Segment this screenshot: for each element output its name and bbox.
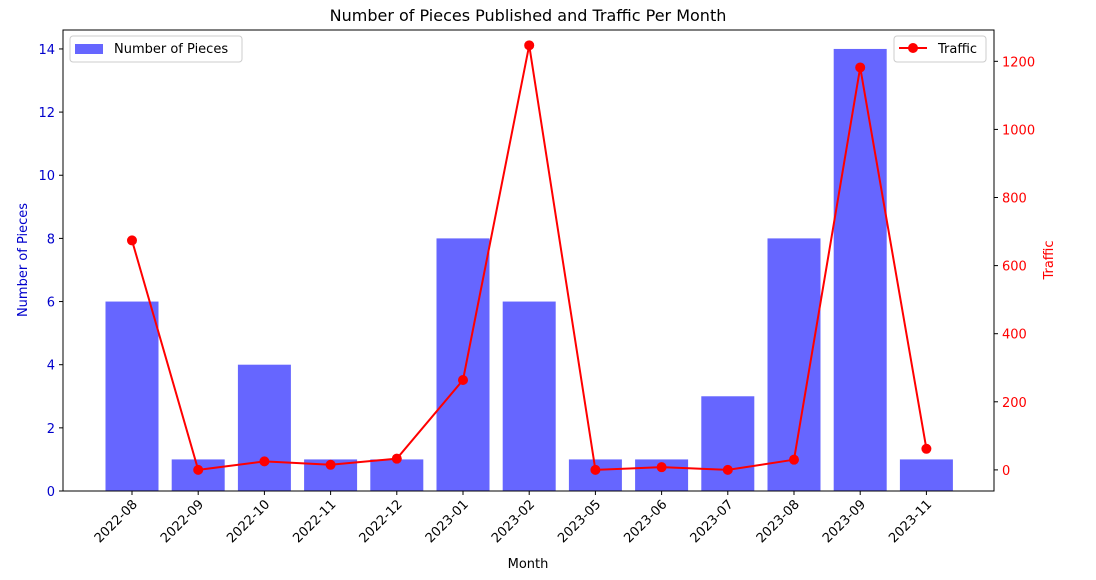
- traffic-point-2023-07: [722, 464, 733, 475]
- x-tick-label: 2022-11: [290, 497, 339, 546]
- bar-2022-08: [105, 301, 159, 491]
- left-tick-label: 2: [47, 422, 55, 437]
- chart: Number of Pieces Published and Traffic P…: [16, 6, 1057, 572]
- left-tick-label: 14: [38, 43, 55, 58]
- legend-left: Number of Pieces: [69, 35, 243, 63]
- right-tick-label: 400: [1002, 328, 1027, 343]
- bar-2023-11: [899, 459, 953, 491]
- right-axis: 0 200 400 600 800 1000 1200: [994, 55, 1035, 479]
- traffic-point-2022-08: [127, 235, 137, 246]
- x-tick-label: 2022-12: [357, 497, 406, 546]
- legend-label-pieces: Number of Pieces: [114, 42, 228, 57]
- x-tick-label: 2023-06: [621, 497, 670, 546]
- right-tick-label: 1200: [1002, 55, 1035, 70]
- legend-swatch-bar: [75, 44, 103, 54]
- bar-2023-08: [767, 238, 821, 491]
- bar-2023-07: [701, 396, 755, 491]
- right-tick-label: 0: [1002, 464, 1010, 479]
- left-tick-label: 10: [38, 169, 55, 184]
- bar-2022-09: [171, 459, 225, 491]
- right-tick-label: 800: [1002, 192, 1027, 207]
- x-tick-label: 2023-08: [754, 497, 803, 546]
- traffic-point-2022-11: [325, 459, 336, 470]
- x-axis: 2022-08 2022-09 2022-10 2022-11 2022-12 2023-…: [92, 491, 935, 546]
- traffic-point-2023-01: [458, 375, 468, 386]
- traffic-point-2023-09: [855, 62, 866, 73]
- traffic-point-2022-12: [391, 453, 402, 464]
- traffic-point-2023-08: [789, 454, 799, 465]
- left-tick-label: 0: [47, 485, 55, 500]
- traffic-point-2023-05: [590, 464, 601, 475]
- traffic-point-2023-02: [524, 40, 535, 51]
- right-axis-label: Traffic: [1042, 240, 1057, 280]
- left-axis-label: Number of Pieces: [16, 203, 31, 317]
- traffic-point-2022-09: [193, 464, 204, 475]
- bar-2022-10: [237, 364, 291, 491]
- right-tick-label: 200: [1002, 396, 1027, 411]
- x-tick-label: 2023-01: [423, 497, 472, 546]
- x-tick-label: 2022-10: [224, 497, 273, 546]
- traffic-point-2023-11: [921, 443, 932, 454]
- left-axis: 0 2 4 6 8 10 12 14: [38, 43, 63, 500]
- x-tick-label: 2023-09: [820, 497, 869, 546]
- traffic-point-2023-06: [656, 462, 667, 473]
- x-tick-label: 2023-02: [489, 497, 538, 546]
- traffic-point-2022-10: [259, 456, 270, 467]
- x-tick-label: 2022-08: [92, 497, 141, 546]
- right-tick-label: 600: [1002, 260, 1027, 275]
- legend-label-traffic: Traffic: [937, 42, 977, 57]
- x-axis-label: Month: [508, 557, 549, 572]
- x-tick-label: 2023-11: [886, 497, 935, 546]
- legend-right: Traffic: [893, 35, 987, 63]
- x-tick-label: 2022-09: [158, 497, 207, 546]
- right-tick-label: 1000: [1002, 123, 1035, 138]
- chart-title: Number of Pieces Published and Traffic P…: [330, 6, 727, 25]
- left-tick-label: 8: [47, 232, 55, 247]
- bar-2022-12: [370, 459, 424, 491]
- left-tick-label: 6: [47, 296, 55, 311]
- bar-2023-02: [502, 301, 556, 491]
- left-tick-label: 4: [47, 359, 55, 374]
- legend-marker: [908, 43, 918, 53]
- x-tick-label: 2023-07: [688, 497, 737, 546]
- bar-2023-09: [833, 48, 887, 492]
- left-tick-label: 12: [38, 106, 55, 121]
- bar-2023-01: [436, 238, 490, 491]
- x-tick-label: 2023-05: [555, 497, 604, 546]
